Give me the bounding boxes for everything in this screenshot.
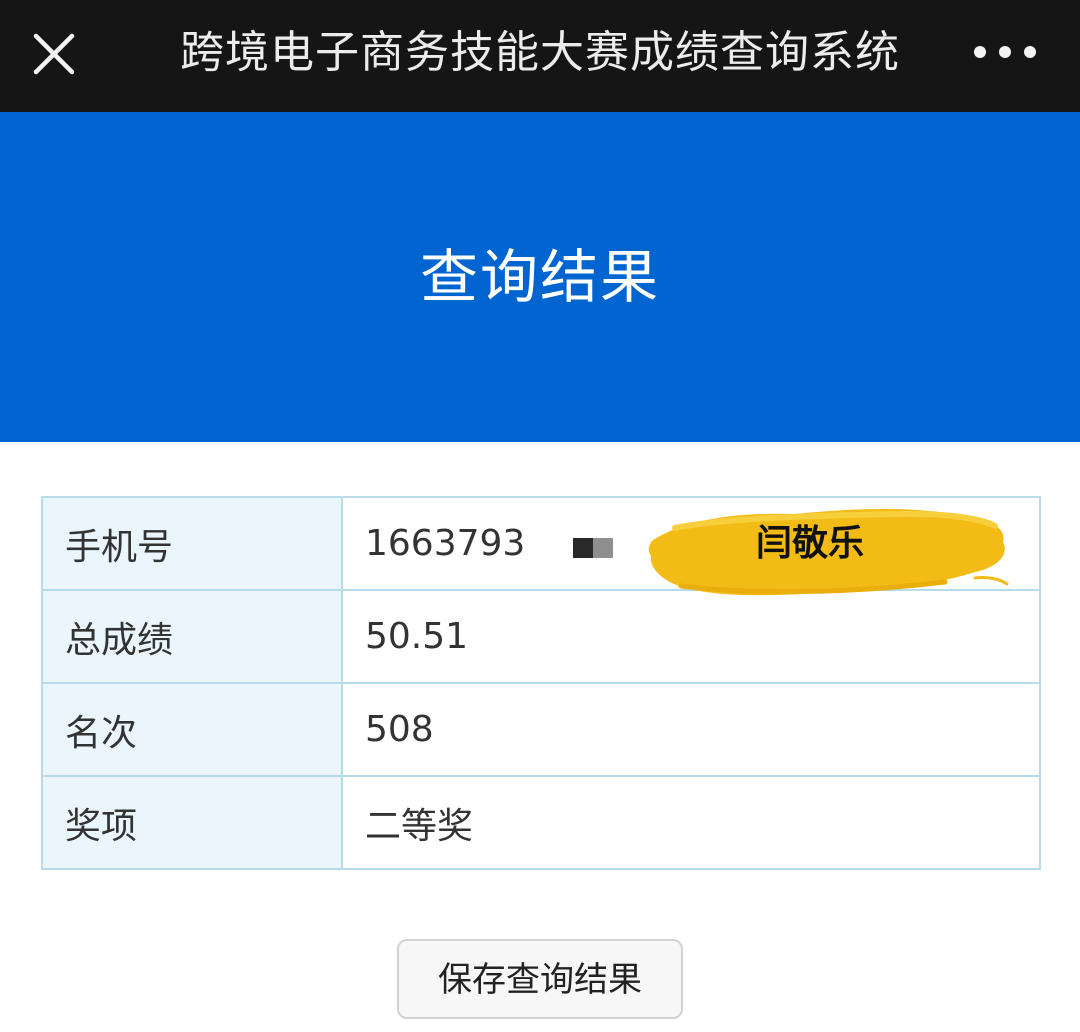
row-label-rank: 名次 xyxy=(41,682,343,777)
row-value-award: 二等奖 xyxy=(341,775,1041,870)
row-label-phone: 手机号 xyxy=(41,496,343,591)
more-options-button[interactable] xyxy=(960,30,1050,76)
banner-title: 查询结果 xyxy=(419,243,660,311)
phone-number-value: 1663793 xyxy=(365,523,526,564)
close-button[interactable] xyxy=(22,22,88,88)
table-row-rank: 名次 508 xyxy=(41,682,1041,777)
top-navigation-bar: 跨境电子商务技能大赛成绩查询系统 xyxy=(0,0,1080,112)
row-label-total-score: 总成绩 xyxy=(41,589,343,684)
save-result-button[interactable]: 保存查询结果 xyxy=(397,939,683,1019)
redaction-mosaic xyxy=(573,538,613,558)
name-highlight-overlay: 闫敬乐 xyxy=(645,498,1015,608)
more-horizontal-icon xyxy=(974,46,1036,58)
row-label-award: 奖项 xyxy=(41,775,343,870)
row-value-rank: 508 xyxy=(341,682,1041,777)
page-title: 跨境电子商务技能大赛成绩查询系统 xyxy=(180,27,900,78)
close-icon xyxy=(33,33,75,75)
overlay-name-label: 闫敬乐 xyxy=(755,523,864,564)
table-row-award: 奖项 二等奖 xyxy=(41,775,1041,870)
header-banner: 查询结果 xyxy=(0,112,1080,442)
